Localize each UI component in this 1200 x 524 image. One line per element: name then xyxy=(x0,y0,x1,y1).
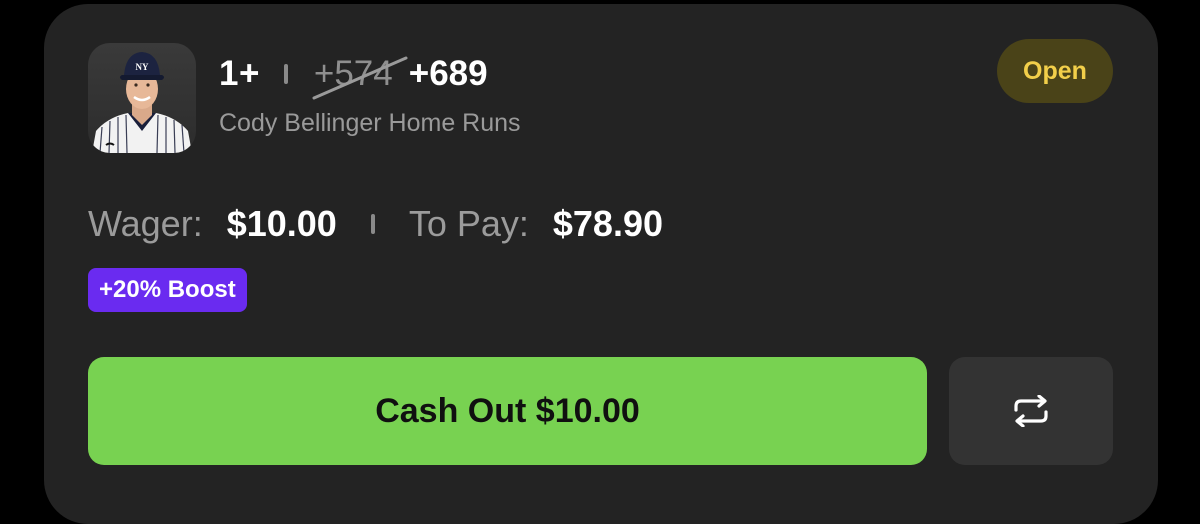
status-badge: Open xyxy=(997,39,1113,103)
to-pay-value: $78.90 xyxy=(552,203,663,244)
repeat-icon xyxy=(1014,395,1048,427)
original-odds: +574 xyxy=(312,54,408,100)
market-label: Cody Bellinger Home Runs xyxy=(219,109,521,137)
wager-row: Wager: $10.00 To Pay: $78.90 xyxy=(88,198,663,250)
boost-badge: +20% Boost xyxy=(88,268,247,312)
player-headshot-icon: NY xyxy=(92,52,192,153)
strikethrough-line xyxy=(312,56,408,100)
svg-text:NY: NY xyxy=(136,62,149,72)
bet-line-row: 1+ +574 +689 xyxy=(219,50,488,100)
player-avatar: NY xyxy=(88,43,196,153)
separator xyxy=(283,64,288,84)
cash-out-button[interactable]: Cash Out $10.00 xyxy=(88,357,927,465)
wager-value: $10.00 xyxy=(226,203,337,244)
repeat-bet-button[interactable] xyxy=(949,357,1113,465)
cash-out-label: Cash Out $10.00 xyxy=(375,391,640,430)
to-pay-label: To Pay: xyxy=(408,203,529,244)
separator xyxy=(370,214,375,234)
wager-label: Wager: xyxy=(88,203,203,244)
bet-line: 1+ xyxy=(219,54,260,93)
boosted-odds: +689 xyxy=(408,54,488,93)
